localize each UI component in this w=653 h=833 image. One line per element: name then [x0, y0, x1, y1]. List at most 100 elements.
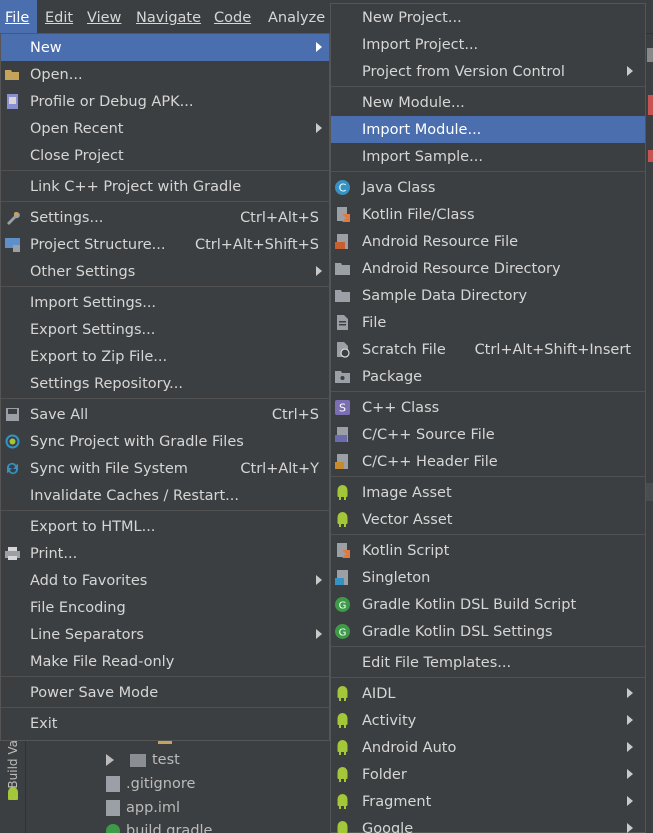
menu-item-cpp-header[interactable]: C/C++ Header File — [331, 448, 645, 475]
menu-item-invalidate-caches[interactable]: Invalidate Caches / Restart... — [1, 482, 329, 509]
menu-item-sample-data-directory[interactable]: Sample Data Directory — [331, 282, 645, 309]
android-icon — [337, 512, 348, 527]
menu-item-export-html[interactable]: Export to HTML... — [1, 513, 329, 540]
tree-item-gitignore[interactable]: .gitignore — [106, 776, 195, 792]
package-icon — [335, 371, 350, 383]
submenu-arrow-icon — [316, 123, 322, 133]
menu-item-import-project[interactable]: Import Project... — [331, 31, 645, 58]
menu-item-import-settings[interactable]: Import Settings... — [1, 289, 329, 316]
menu-item-power-save[interactable]: Power Save Mode — [1, 679, 329, 706]
menu-code[interactable]: Code — [209, 0, 256, 34]
menu-item-other-settings[interactable]: Other Settings — [1, 258, 329, 285]
menu-view[interactable]: View — [82, 0, 126, 34]
menu-item-new-module[interactable]: New Module... — [331, 89, 645, 116]
menu-item-settings-repository[interactable]: Settings Repository... — [1, 370, 329, 397]
menu-item-sync-gradle[interactable]: Sync Project with Gradle Files — [1, 428, 329, 455]
editor-edge — [646, 0, 653, 833]
menu-item-import-module[interactable]: Import Module... — [331, 116, 645, 143]
menu-separator — [331, 534, 645, 535]
menu-item-gradle-kotlin-settings[interactable]: G Gradle Kotlin DSL Settings — [331, 618, 645, 645]
android-icon — [337, 767, 348, 782]
submenu-arrow-icon — [316, 629, 322, 639]
save-icon — [6, 408, 19, 421]
menu-separator — [331, 646, 645, 647]
menu-item-new[interactable]: New — [1, 34, 329, 61]
menu-item-file-encoding[interactable]: File Encoding — [1, 594, 329, 621]
build-variants-tab[interactable]: Build Va — [6, 740, 20, 789]
menu-item-print[interactable]: Print... — [1, 540, 329, 567]
menu-item-android-auto[interactable]: Android Auto — [331, 734, 645, 761]
submenu-arrow-icon — [316, 266, 322, 276]
menu-edit[interactable]: Edit — [40, 0, 78, 34]
gradle-icon: G — [335, 624, 350, 639]
menu-item-vector-asset[interactable]: Vector Asset — [331, 506, 645, 533]
menu-item-line-separators[interactable]: Line Separators — [1, 621, 329, 648]
menu-item-settings[interactable]: Settings... Ctrl+Alt+S — [1, 204, 329, 231]
menu-item-export-settings[interactable]: Export Settings... — [1, 316, 329, 343]
menu-item-fragment[interactable]: Fragment — [331, 788, 645, 815]
tree-item-app-iml[interactable]: app.iml — [106, 800, 180, 816]
menu-item-project-from-vcs[interactable]: Project from Version Control — [331, 58, 645, 85]
android-icon — [337, 485, 348, 500]
menu-item-java-class[interactable]: C Java Class — [331, 174, 645, 201]
menu-item-kotlin-script[interactable]: Kotlin Script — [331, 537, 645, 564]
submenu-arrow-icon — [627, 715, 633, 725]
menu-item-add-favorites[interactable]: Add to Favorites — [1, 567, 329, 594]
menu-item-cpp-source[interactable]: C/C++ Source File — [331, 421, 645, 448]
folder-icon — [335, 290, 350, 302]
menu-separator — [1, 201, 329, 202]
cpp-source-icon — [335, 427, 348, 442]
menu-item-open[interactable]: Open... — [1, 61, 329, 88]
menu-item-import-sample[interactable]: Import Sample... — [331, 143, 645, 170]
tree-item-build-gradle[interactable]: build.gradle — [106, 823, 212, 833]
menu-item-exit[interactable]: Exit — [1, 710, 329, 737]
menu-item-aidl[interactable]: AIDL — [331, 680, 645, 707]
gradle-sync-icon — [5, 434, 20, 449]
menu-item-project-structure[interactable]: Project Structure... Ctrl+Alt+Shift+S — [1, 231, 329, 258]
resource-file-icon — [335, 234, 348, 249]
menu-item-file[interactable]: File — [331, 309, 645, 336]
menu-item-singleton[interactable]: Singleton — [331, 564, 645, 591]
menu-item-scratch-file[interactable]: Scratch File Ctrl+Alt+Shift+Insert — [331, 336, 645, 363]
android-icon — [337, 821, 348, 833]
submenu-arrow-icon — [627, 742, 633, 752]
menu-separator — [331, 677, 645, 678]
tree-item-test[interactable]: test — [106, 752, 180, 768]
menu-navigate[interactable]: Navigate — [131, 0, 206, 34]
menu-item-save-all[interactable]: Save All Ctrl+S — [1, 401, 329, 428]
android-icon — [337, 740, 348, 755]
menu-item-close-project[interactable]: Close Project — [1, 142, 329, 169]
menu-item-cpp-class[interactable]: S C++ Class — [331, 394, 645, 421]
menu-item-profile-debug[interactable]: Profile or Debug APK... — [1, 88, 329, 115]
menu-item-new-project[interactable]: New Project... — [331, 4, 645, 31]
menu-separator — [331, 86, 645, 87]
menu-item-edit-file-templates[interactable]: Edit File Templates... — [331, 649, 645, 676]
menu-item-android-resource-file[interactable]: Android Resource File — [331, 228, 645, 255]
menu-item-folder[interactable]: Folder — [331, 761, 645, 788]
cpp-header-icon — [335, 454, 348, 469]
menu-separator — [331, 391, 645, 392]
apk-icon — [7, 94, 18, 109]
menu-item-image-asset[interactable]: Image Asset — [331, 479, 645, 506]
menu-item-kotlin-file[interactable]: Kotlin File/Class — [331, 201, 645, 228]
menu-item-sync-fs[interactable]: Sync with File System Ctrl+Alt+Y — [1, 455, 329, 482]
android-icon — [337, 713, 348, 728]
menu-item-gradle-kotlin-build[interactable]: G Gradle Kotlin DSL Build Script — [331, 591, 645, 618]
menu-analyze[interactable]: Analyze — [263, 0, 330, 34]
menu-item-activity[interactable]: Activity — [331, 707, 645, 734]
menu-item-export-zip[interactable]: Export to Zip File... — [1, 343, 329, 370]
menu-separator — [1, 707, 329, 708]
menu-file[interactable]: File — [0, 0, 37, 34]
menu-item-make-readonly[interactable]: Make File Read-only — [1, 648, 329, 675]
menu-item-package[interactable]: Package — [331, 363, 645, 390]
menu-item-open-recent[interactable]: Open Recent — [1, 115, 329, 142]
sync-icon — [7, 463, 18, 474]
module-file-icon — [106, 800, 120, 816]
print-icon — [5, 547, 20, 560]
android-tab-icon[interactable] — [6, 787, 20, 803]
java-class-icon: C — [335, 180, 350, 195]
menu-item-android-resource-directory[interactable]: Android Resource Directory — [331, 255, 645, 282]
menu-item-google[interactable]: Google — [331, 815, 645, 833]
submenu-arrow-icon — [627, 688, 633, 698]
menu-item-link-cpp[interactable]: Link C++ Project with Gradle — [1, 173, 329, 200]
